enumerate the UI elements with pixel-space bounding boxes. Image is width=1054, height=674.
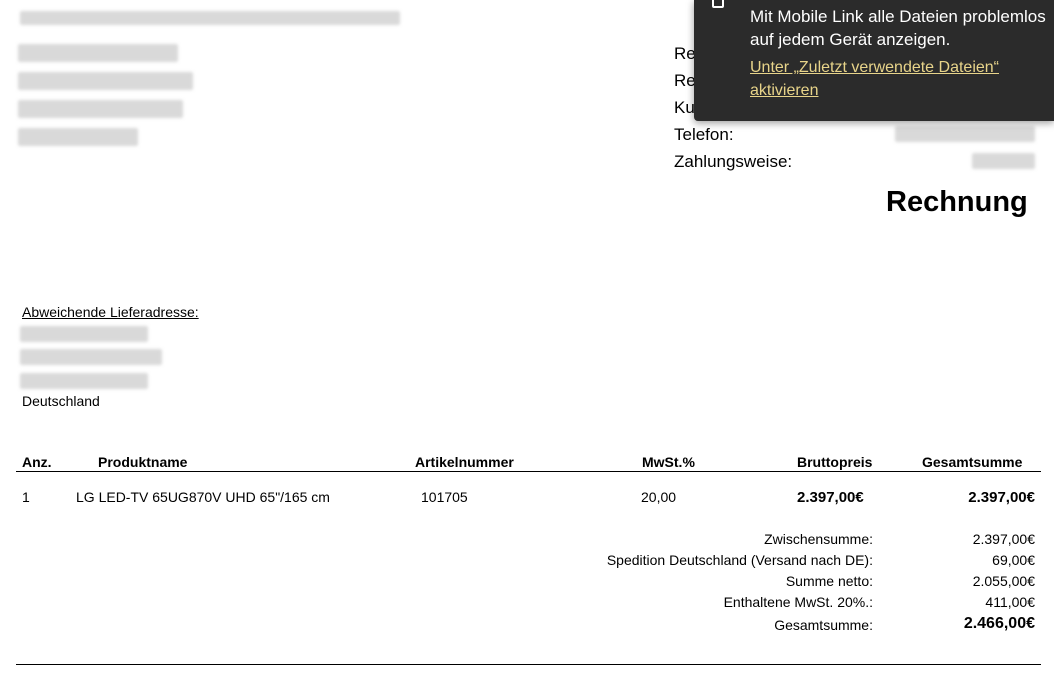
row-vat: 20,00	[641, 489, 677, 505]
shipping-value: 69,00€	[992, 552, 1035, 568]
row-product: LG LED-TV 65UG870V UHD 65"/165 cm	[76, 489, 330, 505]
column-header-qty: Anz.	[22, 454, 52, 470]
vat-included-value: 411,00€	[985, 594, 1035, 610]
info-label-invoice-date: Re	[674, 71, 696, 90]
info-label-payment: Zahlungsweise:	[674, 152, 793, 171]
info-label-customer-no: Ku	[674, 98, 695, 117]
recipient-name-redacted	[18, 44, 178, 62]
info-label-invoice-no: Re	[674, 44, 696, 63]
net-sum-value: 2.055,00€	[972, 573, 1035, 589]
column-header-total: Gesamtsumme	[922, 454, 1023, 470]
column-header-gross: Bruttopreis	[797, 454, 873, 470]
column-header-article: Artikelnummer	[415, 454, 514, 470]
row-total: 2.397,00€	[968, 489, 1035, 506]
recipient-street-redacted	[18, 72, 193, 90]
row-qty: 1	[22, 489, 30, 505]
phone-value-redacted	[895, 126, 1035, 142]
subtotal-label: Zwischensumme:	[764, 531, 873, 547]
row-article: 101705	[421, 489, 468, 505]
row-gross: 2.397,00€	[797, 489, 864, 506]
info-label-phone: Telefon:	[674, 125, 734, 144]
phone-icon	[712, 0, 724, 8]
column-header-product: Produktname	[98, 454, 188, 470]
document-title: Rechnung	[886, 186, 1028, 218]
notification-message: Mit Mobile Link alle Dateien problemlos …	[750, 7, 1046, 49]
vat-included-label: Enthaltene MwSt. 20%.:	[723, 594, 873, 610]
payment-value-redacted	[972, 153, 1035, 169]
sender-line-redacted	[20, 11, 400, 25]
recipient-city-redacted	[18, 100, 183, 118]
delivery-name-redacted	[20, 326, 148, 342]
delivery-street-redacted	[20, 349, 162, 365]
shipping-label: Spedition Deutschland (Versand nach DE):	[606, 552, 873, 568]
subtotal-value: 2.397,00€	[972, 531, 1035, 547]
grand-total-value: 2.466,00€	[963, 615, 1035, 632]
recipient-country-redacted	[18, 128, 138, 146]
delivery-city-redacted	[20, 373, 148, 389]
grand-total-label: Gesamtsumme:	[774, 617, 873, 633]
enable-recent-files-link[interactable]: Unter „Zuletzt verwendete Dateien“ aktiv…	[750, 56, 1040, 102]
footer-divider	[16, 664, 1041, 665]
table-header-divider	[16, 471, 1041, 472]
mobile-link-notification[interactable]: Mit Mobile Link alle Dateien problemlos …	[694, 0, 1054, 121]
column-header-vat: MwSt.%	[642, 454, 695, 470]
delivery-address-heading: Abweichende Lieferadresse:	[22, 304, 199, 320]
delivery-country: Deutschland	[22, 393, 100, 409]
net-sum-label: Summe netto:	[785, 573, 873, 589]
